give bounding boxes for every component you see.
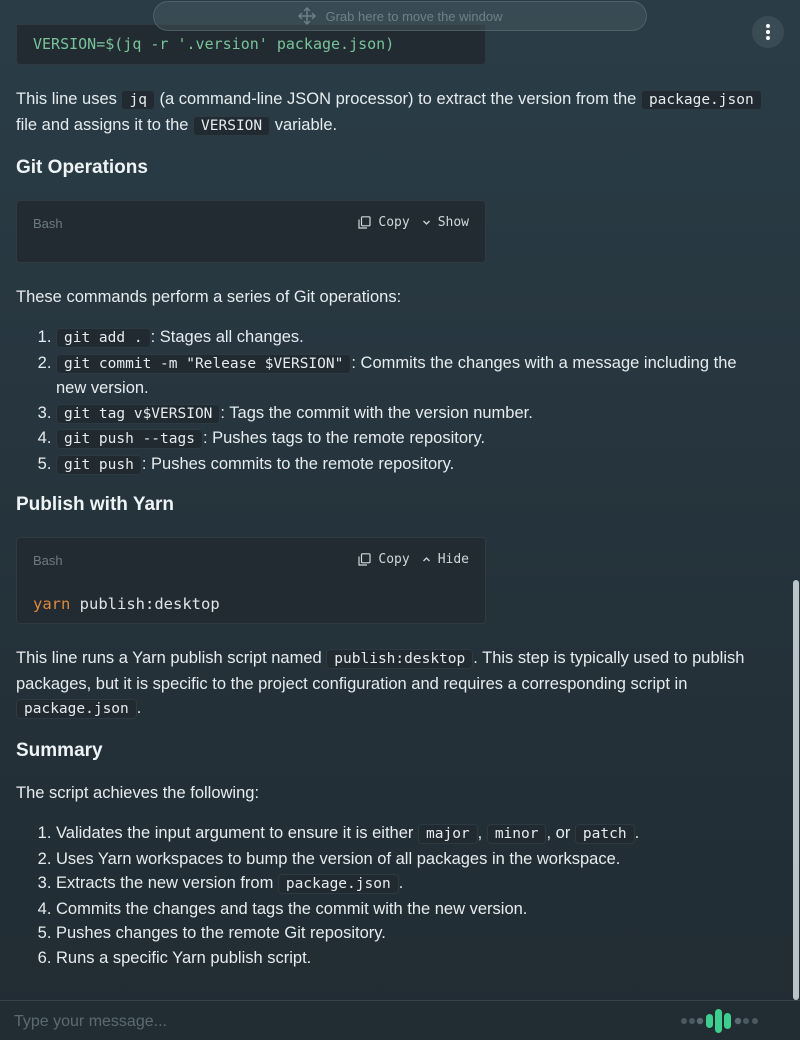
show-code-button[interactable]: Show <box>422 215 469 230</box>
copy-button[interactable]: Copy <box>358 215 410 230</box>
chevron-down-icon <box>422 220 430 225</box>
more-options-button[interactable] <box>752 16 784 48</box>
summary-intro: The script achieves the following: <box>16 784 260 802</box>
scrollbar-thumb[interactable] <box>793 580 799 1000</box>
chevron-up-icon <box>422 557 430 562</box>
git-operations-list: git add .: Stages all changes. git commi… <box>16 325 756 477</box>
code-language: Bash <box>33 216 63 231</box>
heading-summary: Summary <box>16 740 103 761</box>
summary-list: Validates the input argument to ensure i… <box>16 821 756 970</box>
code-line: yarn publish:desktop <box>33 595 220 613</box>
inline-code: VERSION <box>193 115 271 136</box>
list-item: Validates the input argument to ensure i… <box>56 821 756 847</box>
chat-content: VERSION=$(jq -r '.version' package.json)… <box>0 0 792 1000</box>
code-line: VERSION=$(jq -r '.version' package.json) <box>33 35 395 53</box>
code-block-yarn: Bash Copy Hide yarn publish:desktop <box>16 537 486 624</box>
drag-handle-label: Grab here to move the window <box>325 8 503 24</box>
heading-git-operations: Git Operations <box>16 157 148 178</box>
list-item: git add .: Stages all changes. <box>56 325 756 351</box>
inline-code: publish:desktop <box>326 649 474 669</box>
git-intro: These commands perform a series of Git o… <box>16 288 402 306</box>
list-item: git tag v$VERSION: Tags the commit with … <box>56 401 756 427</box>
list-item: Runs a specific Yarn publish script. <box>56 946 756 971</box>
move-icon <box>298 7 317 25</box>
window-drag-handle[interactable]: Grab here to move the window <box>153 1 647 31</box>
message-input[interactable] <box>12 1009 616 1035</box>
copy-icon <box>358 553 371 566</box>
list-item: git commit -m "Release $VERSION": Commit… <box>56 351 756 401</box>
message-composer <box>0 1000 800 1040</box>
list-item: Uses Yarn workspaces to bump the version… <box>56 847 756 872</box>
list-item: Extracts the new version from package.js… <box>56 871 756 897</box>
code-language: Bash <box>33 553 63 568</box>
code-block-git: Bash Copy Show <box>16 200 486 263</box>
list-item: Commits the changes and tags the commit … <box>56 897 756 922</box>
inline-code: jq <box>121 90 155 110</box>
inline-code: package.json <box>640 90 762 110</box>
copy-button[interactable]: Copy <box>358 552 410 567</box>
list-item: git push: Pushes commits to the remote r… <box>56 452 756 478</box>
heading-publish-with-yarn: Publish with Yarn <box>16 494 175 515</box>
copy-icon <box>358 216 371 229</box>
voice-wave-icon[interactable] <box>680 1008 762 1034</box>
yarn-explanation: This line runs a Yarn publish script nam… <box>16 649 745 719</box>
list-item: Pushes changes to the remote Git reposit… <box>56 921 756 946</box>
jq-explanation: This line uses jq (a command-line JSON p… <box>16 87 776 138</box>
hide-code-button[interactable]: Hide <box>422 552 469 567</box>
kebab-menu-icon <box>766 24 770 40</box>
inline-code: package.json <box>16 699 137 719</box>
list-item: git push --tags: Pushes tags to the remo… <box>56 426 756 452</box>
scrollbar[interactable] <box>792 0 800 1000</box>
